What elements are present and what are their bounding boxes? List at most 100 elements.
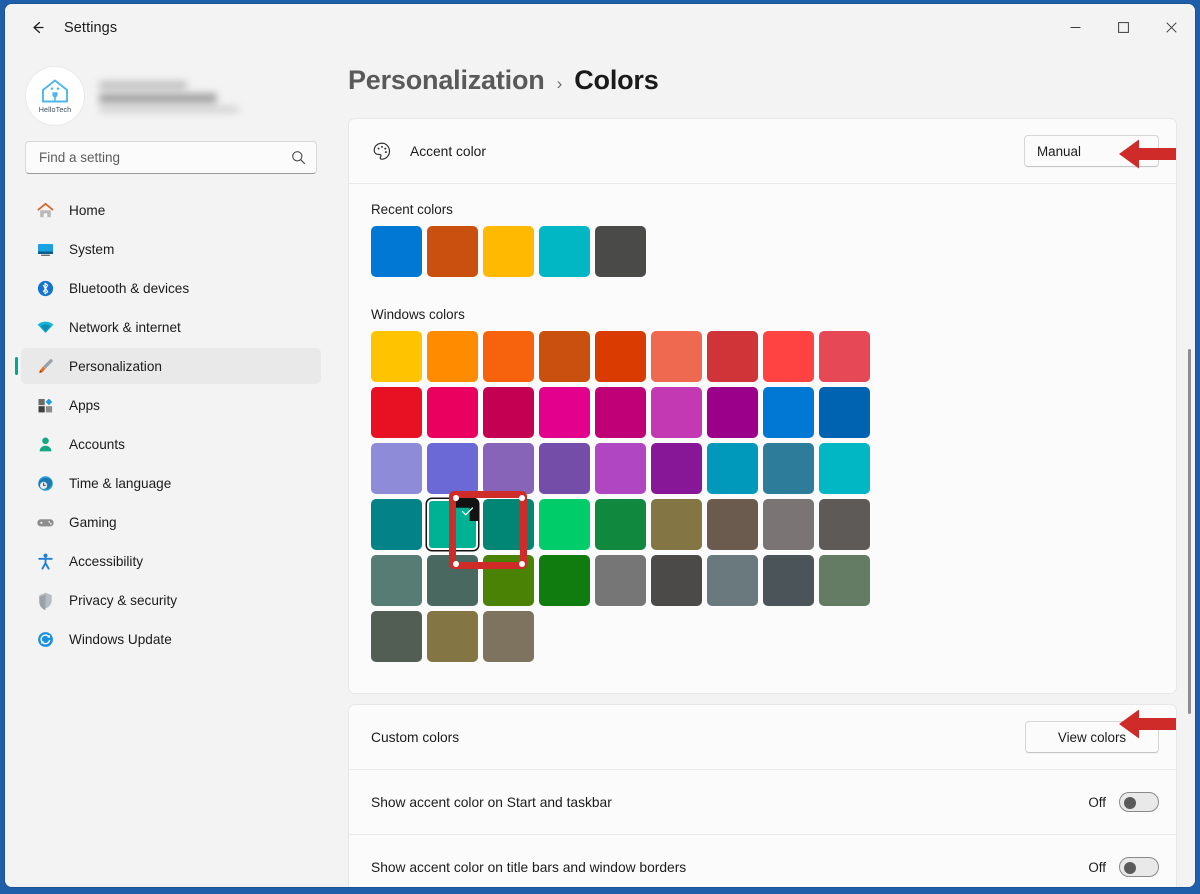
system-icon [35,239,55,259]
windows-color-swatch[interactable] [819,555,870,606]
windows-color-swatch[interactable] [539,555,590,606]
windows-color-swatch[interactable] [707,499,758,550]
recent-color-swatch[interactable] [539,226,590,277]
search-input[interactable] [39,150,291,165]
windows-color-swatch[interactable] [539,499,590,550]
recent-color-swatch[interactable] [595,226,646,277]
windows-color-swatch[interactable] [707,555,758,606]
accent-start-taskbar-row: Show accent color on Start and taskbar O… [349,770,1176,834]
breadcrumb-separator-icon: › [557,74,563,94]
windows-color-swatch[interactable] [427,387,478,438]
windows-colors-row [371,387,1154,438]
view-colors-button[interactable]: View colors [1025,721,1159,753]
windows-colors-row [371,611,1154,662]
windows-color-swatch[interactable] [371,331,422,382]
breadcrumb-parent[interactable]: Personalization [348,65,545,96]
sidebar-item-bluetooth[interactable]: Bluetooth & devices [21,270,321,306]
breadcrumb: Personalization › Colors [335,51,1195,96]
windows-color-swatch[interactable] [539,387,590,438]
windows-colors-row [371,331,1154,382]
windows-color-swatch[interactable] [651,331,702,382]
accessibility-icon [35,551,55,571]
windows-color-swatch[interactable] [483,611,534,662]
windows-color-swatch[interactable] [371,387,422,438]
close-button[interactable] [1147,4,1195,51]
recent-color-swatch[interactable] [371,226,422,277]
avatar: HelloTech [26,67,84,125]
sidebar-item-time-language[interactable]: Time & language [21,465,321,501]
windows-color-swatch[interactable] [371,499,422,550]
windows-color-swatch[interactable] [595,331,646,382]
user-name-blurred [99,79,249,113]
sidebar-item-privacy-security[interactable]: Privacy & security [21,582,321,618]
windows-color-swatch[interactable] [651,499,702,550]
windows-color-swatch[interactable] [819,443,870,494]
accent-titlebars-toggle[interactable] [1119,857,1159,877]
windows-color-swatch[interactable] [371,443,422,494]
windows-color-swatch[interactable] [483,387,534,438]
search-box[interactable] [25,141,317,174]
windows-color-swatch[interactable] [595,555,646,606]
windows-color-swatch[interactable] [371,611,422,662]
minimize-button[interactable] [1051,4,1099,51]
windows-color-swatch[interactable] [427,611,478,662]
sidebar-item-apps[interactable]: Apps [21,387,321,423]
window-title: Settings [64,20,117,36]
sidebar-item-label: Privacy & security [69,593,177,608]
custom-colors-row: Custom colors View colors [349,705,1176,769]
back-arrow-icon [29,19,46,36]
windows-color-swatch[interactable] [539,443,590,494]
hellotech-house-icon [40,78,70,104]
windows-color-swatch[interactable] [651,387,702,438]
sidebar-item-personalization[interactable]: Personalization [21,348,321,384]
windows-color-swatch[interactable] [707,443,758,494]
windows-color-swatch[interactable] [539,331,590,382]
windows-color-swatch[interactable] [819,331,870,382]
sidebar-item-label: Accounts [69,437,125,452]
wifi-icon [35,317,55,337]
windows-color-swatch[interactable] [595,387,646,438]
sidebar-item-network[interactable]: Network & internet [21,309,321,345]
chevron-down-icon [1137,146,1148,157]
sidebar-item-system[interactable]: System [21,231,321,267]
windows-color-swatch[interactable] [427,331,478,382]
windows-color-swatch[interactable] [595,499,646,550]
windows-color-swatch[interactable] [427,443,478,494]
windows-color-swatch[interactable] [595,443,646,494]
user-profile[interactable]: HelloTech [5,51,335,129]
windows-color-swatch[interactable] [763,555,814,606]
windows-color-swatch[interactable] [819,499,870,550]
sidebar-item-accessibility[interactable]: Accessibility [21,543,321,579]
accent-mode-dropdown[interactable]: Manual [1024,135,1159,167]
windows-color-swatch[interactable] [763,499,814,550]
windows-color-swatch[interactable] [707,331,758,382]
sidebar-item-label: Accessibility [69,554,143,569]
windows-color-swatch[interactable] [651,443,702,494]
settings-window: Settings [5,4,1195,887]
windows-color-swatch[interactable] [483,331,534,382]
windows-color-swatch[interactable] [763,331,814,382]
windows-color-swatch[interactable] [707,387,758,438]
selected-swatch-annotation-rect [449,491,527,569]
sidebar-item-gaming[interactable]: Gaming [21,504,321,540]
windows-color-swatch[interactable] [763,443,814,494]
windows-color-swatch[interactable] [819,387,870,438]
windows-color-swatch[interactable] [763,387,814,438]
windows-color-swatch[interactable] [483,443,534,494]
recent-color-swatch[interactable] [427,226,478,277]
sidebar-nav: Home System [5,192,335,657]
sidebar-item-windows-update[interactable]: Windows Update [21,621,321,657]
windows-color-swatch[interactable] [371,555,422,606]
sidebar-item-home[interactable]: Home [21,192,321,228]
sidebar-item-accounts[interactable]: Accounts [21,426,321,462]
sidebar-item-label: Personalization [69,359,162,374]
windows-color-swatch[interactable] [651,555,702,606]
recent-color-swatch[interactable] [483,226,534,277]
content-scrollbar[interactable] [1188,349,1191,714]
custom-colors-card: Custom colors View colors Show accent co… [348,704,1177,887]
sidebar-item-label: Bluetooth & devices [69,281,189,296]
back-button[interactable] [19,12,55,44]
accent-start-taskbar-toggle[interactable] [1119,792,1159,812]
maximize-button[interactable] [1099,4,1147,51]
accent-start-taskbar-label: Show accent color on Start and taskbar [371,795,1088,810]
